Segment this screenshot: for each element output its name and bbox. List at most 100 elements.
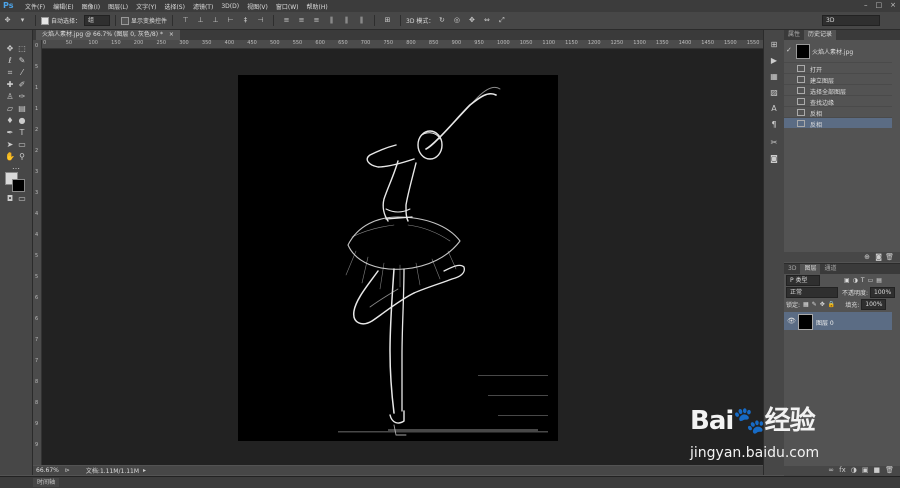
- canvas-area[interactable]: [42, 49, 763, 465]
- align-top-icon[interactable]: ⊤: [180, 15, 191, 26]
- 3d-roll-icon[interactable]: ◎: [451, 15, 462, 26]
- info-panel-icon[interactable]: ◙: [769, 154, 779, 164]
- auto-select-checkbox[interactable]: [41, 16, 49, 25]
- menu-filter[interactable]: 滤镜(T): [189, 2, 217, 11]
- history-brush-tool-icon[interactable]: ✑: [17, 92, 27, 102]
- menu-window[interactable]: 窗口(W): [272, 2, 303, 11]
- type-tool-icon[interactable]: T: [17, 128, 27, 138]
- eraser-tool-icon[interactable]: ▱: [5, 104, 15, 114]
- tab-properties[interactable]: 属性: [784, 30, 804, 40]
- lock-all-icon[interactable]: 🔒: [828, 301, 835, 308]
- 3d-rotate-icon[interactable]: ↻: [436, 15, 447, 26]
- quick-select-tool-icon[interactable]: ✎: [17, 56, 27, 66]
- filter-shape-icon[interactable]: ▭: [868, 277, 874, 284]
- delete-layer-icon[interactable]: 🗑: [885, 466, 894, 476]
- history-item[interactable]: 打开: [784, 62, 892, 74]
- minimize-button[interactable]: –: [864, 1, 868, 9]
- 3d-pan-icon[interactable]: ✥: [466, 15, 477, 26]
- brush-tool-icon[interactable]: ✐: [17, 80, 27, 90]
- move-tool-preset-icon[interactable]: ✥: [2, 15, 13, 26]
- crop-tool-icon[interactable]: ⌗: [5, 68, 15, 78]
- background-color-swatch[interactable]: [12, 179, 25, 192]
- tab-channels[interactable]: 通道: [820, 264, 840, 274]
- more-tools-icon[interactable]: …: [11, 162, 21, 172]
- hand-tool-icon[interactable]: ✋: [5, 152, 15, 162]
- tab-3d[interactable]: 3D: [784, 264, 800, 274]
- 3d-scale-icon[interactable]: ⤢: [496, 15, 507, 26]
- eyedropper-tool-icon[interactable]: ⁄: [17, 68, 27, 78]
- character-panel-icon[interactable]: A: [769, 104, 779, 114]
- menu-file[interactable]: 文件(F): [21, 2, 49, 11]
- healing-tool-icon[interactable]: ✚: [5, 80, 15, 90]
- distribute-bottom-icon[interactable]: ≡: [311, 15, 322, 26]
- fill-field[interactable]: 100%: [861, 298, 887, 310]
- chevron-down-icon[interactable]: ▾: [17, 15, 28, 26]
- camera-icon[interactable]: ◙: [875, 253, 882, 261]
- auto-align-icon[interactable]: ⊞: [382, 15, 393, 26]
- pen-tool-icon[interactable]: ✒: [5, 128, 15, 138]
- dodge-tool-icon[interactable]: ●: [17, 116, 27, 126]
- marquee-tool-icon[interactable]: ⬚: [17, 44, 27, 54]
- align-vcenter-icon[interactable]: ⊥: [195, 15, 206, 26]
- history-item[interactable]: 查找边缘: [784, 95, 892, 107]
- shape-tool-icon[interactable]: ▭: [17, 140, 27, 150]
- auto-select-dropdown[interactable]: 组: [84, 15, 111, 26]
- trash-icon[interactable]: 🗑: [885, 253, 894, 261]
- distribute-top-icon[interactable]: ≡: [281, 15, 292, 26]
- tool-presets-icon[interactable]: ✂: [769, 138, 779, 148]
- timeline-tab[interactable]: 时间轴: [33, 478, 60, 487]
- menu-layer[interactable]: 图层(L): [104, 2, 132, 11]
- quick-mask-icon[interactable]: ◘: [5, 194, 15, 204]
- history-snapshot[interactable]: ✓ 火焰人素材.jpg: [784, 43, 900, 59]
- actions-panel-icon[interactable]: ▶: [769, 56, 779, 66]
- align-bottom-icon[interactable]: ⊥: [210, 15, 221, 26]
- gradient-tool-icon[interactable]: ▤: [17, 104, 27, 114]
- stamp-tool-icon[interactable]: ♙: [5, 92, 15, 102]
- distribute-left-icon[interactable]: ∥: [326, 15, 337, 26]
- menu-image[interactable]: 图像(I): [78, 2, 104, 11]
- opacity-field[interactable]: 100%: [870, 286, 896, 298]
- align-left-icon[interactable]: ⊢: [225, 15, 236, 26]
- menu-select[interactable]: 选择(S): [160, 2, 189, 11]
- 3d-slide-icon[interactable]: ⇔: [481, 15, 492, 26]
- blend-mode-dropdown[interactable]: 正常: [786, 286, 838, 298]
- filter-type-icon[interactable]: T: [861, 277, 865, 284]
- status-arrow-icon[interactable]: ▸: [143, 467, 146, 474]
- blur-tool-icon[interactable]: ♦: [5, 116, 15, 126]
- distribute-hcenter-icon[interactable]: ∥: [341, 15, 352, 26]
- align-right-icon[interactable]: ⊣: [255, 15, 266, 26]
- swatches-panel-icon[interactable]: ▨: [769, 88, 779, 98]
- menu-edit[interactable]: 编辑(E): [49, 2, 77, 11]
- workspace-dropdown[interactable]: 3D: [822, 15, 880, 26]
- maximize-button[interactable]: □: [876, 1, 883, 9]
- history-panel-icon[interactable]: ⊞: [769, 40, 779, 50]
- close-button[interactable]: ×: [890, 1, 896, 9]
- document-tab[interactable]: 火焰人素材.jpg @ 66.7% (图层 0, 灰色/8) * ×: [36, 30, 180, 40]
- menu-view[interactable]: 视图(V): [243, 2, 272, 11]
- snapshot-brush-icon[interactable]: ✓: [786, 46, 792, 54]
- filter-smart-icon[interactable]: ▤: [876, 277, 882, 284]
- path-select-tool-icon[interactable]: ➤: [5, 140, 15, 150]
- tab-history[interactable]: 历史记录: [804, 30, 837, 40]
- paragraph-panel-icon[interactable]: ¶: [769, 120, 779, 130]
- history-item[interactable]: 建立图层: [784, 73, 892, 85]
- show-transform-checkbox[interactable]: [121, 16, 130, 25]
- align-hcenter-icon[interactable]: ‡: [240, 15, 251, 26]
- lasso-tool-icon[interactable]: ℓ: [5, 56, 15, 66]
- history-item-active[interactable]: 反相: [784, 117, 892, 129]
- layer-filter-dropdown[interactable]: P 类型: [786, 274, 820, 286]
- status-menu-icon[interactable]: ⊳: [65, 467, 70, 474]
- layer-row[interactable]: 👁 图层 0: [784, 312, 892, 330]
- color-panel-icon[interactable]: ▦: [769, 72, 779, 82]
- lock-move-icon[interactable]: ✥: [820, 301, 825, 308]
- zoom-tool-icon[interactable]: ⚲: [17, 152, 27, 162]
- distribute-right-icon[interactable]: ∥: [356, 15, 367, 26]
- history-item[interactable]: 选择全部图层: [784, 84, 892, 96]
- zoom-level[interactable]: 66.67%: [36, 467, 59, 474]
- new-document-icon[interactable]: ⊕: [864, 253, 870, 261]
- lock-pixels-icon[interactable]: ▦: [803, 301, 809, 308]
- move-tool-icon[interactable]: ✥: [5, 44, 15, 54]
- new-layer-icon[interactable]: ■: [873, 466, 880, 476]
- screen-mode-icon[interactable]: ▭: [17, 194, 27, 204]
- menu-help[interactable]: 帮助(H): [303, 2, 332, 11]
